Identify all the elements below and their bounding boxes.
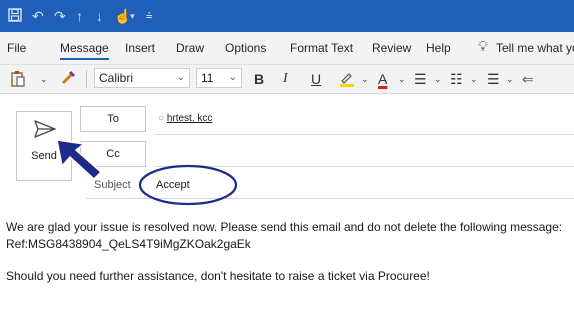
align-dropdown-icon[interactable]: ⌄ bbox=[506, 70, 514, 88]
down-arrow-icon[interactable]: ↓ bbox=[96, 8, 103, 24]
tab-options[interactable]: Options bbox=[225, 41, 266, 55]
tab-file[interactable]: File bbox=[7, 41, 26, 55]
tell-me-search[interactable]: Tell me what yo bbox=[496, 41, 574, 55]
send-button[interactable]: Send bbox=[16, 111, 72, 181]
touch-mode-icon[interactable]: ☝ bbox=[114, 8, 131, 24]
numbering-dropdown-icon[interactable]: ⌄ bbox=[470, 70, 478, 88]
to-field-underline bbox=[154, 134, 574, 135]
body-line-1[interactable]: We are glad your issue is resolved now. … bbox=[6, 220, 562, 234]
presence-status-icon: ○ bbox=[158, 113, 165, 124]
ribbon-toolbar: ⌄ Calibri ⌄ 11 ⌄ B I U ⌄ A ⌄ ☰ ⌄ ☷ ⌄ ☰ ⌄… bbox=[0, 65, 574, 94]
font-color-button[interactable]: A bbox=[378, 70, 387, 88]
chevron-down-icon: ⌄ bbox=[228, 72, 237, 83]
align-icon[interactable]: ☰ bbox=[487, 70, 500, 88]
paste-icon[interactable] bbox=[10, 70, 26, 92]
subject-underline bbox=[86, 198, 574, 199]
divider bbox=[86, 70, 87, 88]
font-name-value: Calibri bbox=[99, 71, 134, 85]
font-color-dropdown-icon[interactable]: ⌄ bbox=[398, 70, 406, 88]
subject-label: Subject bbox=[94, 179, 131, 191]
tab-format-text[interactable]: Format Text bbox=[290, 41, 353, 55]
tab-insert[interactable]: Insert bbox=[125, 41, 155, 55]
highlight-dropdown-icon[interactable]: ⌄ bbox=[361, 70, 369, 88]
tab-review[interactable]: Review bbox=[372, 41, 411, 55]
italic-button[interactable]: I bbox=[283, 70, 288, 88]
to-button[interactable]: To bbox=[80, 106, 146, 132]
redo-icon[interactable]: ↷ bbox=[54, 8, 66, 24]
body-line-3[interactable]: Should you need further assistance, don'… bbox=[6, 269, 430, 283]
ribbon-tabs: File Message Insert Draw Options Format … bbox=[0, 32, 574, 65]
touch-mode-dropdown-icon[interactable]: ▾ bbox=[130, 8, 135, 24]
send-label: Send bbox=[31, 150, 57, 162]
cc-field-underline bbox=[154, 166, 574, 167]
numbering-icon[interactable]: ☷ bbox=[450, 70, 463, 88]
bullets-icon[interactable]: ☰ bbox=[414, 70, 427, 88]
format-painter-icon[interactable] bbox=[60, 70, 76, 90]
chevron-down-icon: ⌄ bbox=[176, 72, 185, 83]
font-name-combo[interactable]: Calibri ⌄ bbox=[94, 68, 190, 88]
highlight-icon[interactable] bbox=[338, 70, 356, 92]
bold-button[interactable]: B bbox=[254, 70, 264, 88]
lightbulb-icon: 💡︎ bbox=[478, 38, 488, 54]
subject-input[interactable]: Accept bbox=[156, 179, 190, 191]
body-line-2[interactable]: Ref:MSG8438904_QeLS4T9iMgZKOak2gaEk bbox=[6, 237, 251, 251]
tab-message[interactable]: Message bbox=[60, 41, 109, 60]
tab-help[interactable]: Help bbox=[426, 41, 451, 55]
font-size-combo[interactable]: 11 ⌄ bbox=[196, 68, 242, 88]
save-icon[interactable] bbox=[8, 8, 22, 25]
customize-toolbar-icon[interactable]: ⩮ bbox=[146, 8, 152, 24]
font-size-value: 11 bbox=[201, 71, 214, 85]
send-icon bbox=[34, 120, 56, 143]
undo-icon[interactable]: ↶ bbox=[32, 8, 44, 24]
up-arrow-icon[interactable]: ↑ bbox=[76, 8, 83, 24]
to-field[interactable]: ○ hrtest, kcc bbox=[158, 113, 212, 124]
underline-button[interactable]: U bbox=[311, 70, 321, 88]
title-bar: ↶ ↷ ↑ ↓ ☝ ▾ ⩮ bbox=[0, 0, 574, 32]
paste-dropdown-icon[interactable]: ⌄ bbox=[40, 70, 48, 88]
tab-draw[interactable]: Draw bbox=[176, 41, 204, 55]
bullets-dropdown-icon[interactable]: ⌄ bbox=[434, 70, 442, 88]
decrease-indent-icon[interactable]: ⇐ bbox=[522, 70, 534, 88]
cc-button[interactable]: Cc bbox=[80, 141, 146, 167]
recipient-name[interactable]: hrtest, kcc bbox=[167, 113, 213, 124]
